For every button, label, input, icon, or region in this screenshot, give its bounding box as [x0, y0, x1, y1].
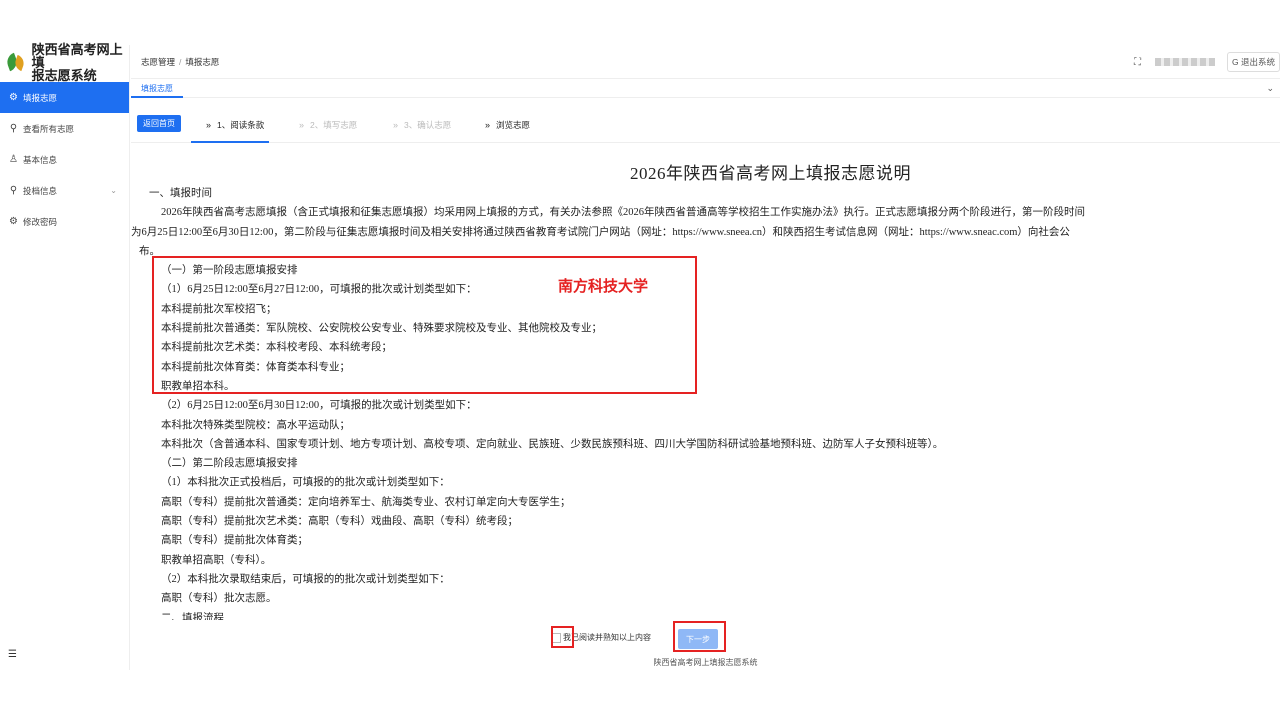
gear-icon: ⚙	[9, 216, 18, 227]
search-icon: ⚲	[9, 185, 18, 196]
annotation-checkbox-highlight	[551, 626, 574, 648]
search-icon: ⚲	[9, 123, 18, 134]
step-label: 1、阅读条款	[217, 120, 265, 130]
logout-icon: G	[1231, 57, 1239, 67]
agree-label[interactable]: 我已阅读并熟知以上内容	[563, 632, 651, 643]
paragraph-line: （2）6月25日12:00至6月30日12:00，可填报的批次或计划类型如下：	[161, 400, 477, 412]
paragraph-line: （2）本科批次录取结束后，可填报的的批次或计划类型如下：	[161, 573, 450, 585]
chevron-down-icon[interactable]: ⌄	[1266, 83, 1274, 94]
double-chevron-icon: »	[485, 120, 491, 130]
subsection-heading: （二）第二阶段志愿填报安排	[161, 458, 298, 470]
sidebar-item-label: 填报志愿	[23, 92, 58, 103]
brand-title-line2: 报志愿系统	[31, 68, 97, 83]
fullscreen-icon[interactable]: ⛶	[1134, 57, 1141, 68]
header-actions: ⛶ G 退出系统	[1134, 52, 1280, 72]
annotation-next-highlight	[673, 621, 726, 652]
sidebar-item-basic-info[interactable]: ♙ 基本信息	[0, 144, 129, 175]
sidebar-item-label: 查看所有志愿	[23, 123, 75, 134]
collapse-menu-icon[interactable]: ☰	[8, 649, 17, 660]
gear-icon: ⚙	[9, 92, 18, 103]
paragraph-line: 本科批次特殊类型院校：高水平运动队；	[161, 419, 350, 431]
back-home-button[interactable]: 返回首页	[137, 115, 181, 132]
steps-bar: 返回首页 » 1、阅读条款 » 2、填写志愿 » 3、确认志愿 » 浏览志愿	[131, 99, 1280, 143]
step-fill-volunteer: » 2、填写志愿	[299, 119, 357, 131]
step-label: 2、填写志愿	[310, 120, 358, 130]
step-confirm-volunteer: » 3、确认志愿	[393, 119, 451, 131]
header: 志愿管理 / 填报志愿 ⛶ G 退出系统	[131, 45, 1280, 79]
step-label: 浏览志愿	[496, 120, 531, 130]
paragraph-line: 高职（专科）提前批次体育类；	[161, 535, 308, 547]
footer-system-name: 陕西省高考网上填报志愿系统	[653, 658, 758, 667]
section-heading: 二、填报流程	[161, 612, 224, 620]
paragraph-line: （1）本科批次正式投档后，可填报的的批次或计划类型如下：	[161, 477, 450, 489]
sidebar-item-fill-volunteer[interactable]: ⚙ 填报志愿	[0, 82, 129, 113]
logo-icon	[4, 52, 27, 74]
sidebar-item-label: 投档信息	[23, 185, 58, 196]
sidebar: 陕西省高考网上填 报志愿系统 ⚙ 填报志愿 ⚲ 查看所有志愿 ♙ 基本信息 ⚲ …	[0, 43, 130, 670]
double-chevron-icon: »	[206, 120, 212, 130]
sidebar-item-label: 修改密码	[23, 216, 58, 227]
user-icon: ♙	[9, 154, 18, 165]
sidebar-item-change-password[interactable]: ⚙ 修改密码	[0, 206, 129, 237]
breadcrumb: 志愿管理 / 填报志愿	[131, 56, 219, 68]
sidebar-item-admission-info[interactable]: ⚲ 投档信息 ⌄	[0, 175, 129, 206]
double-chevron-icon: »	[299, 120, 305, 130]
paragraph-line: 高职（专科）提前批次普通类：定向培养军士、航海类专业、农村订单定向大专医学生；	[161, 496, 571, 508]
annotation-label: 南方科技大学	[558, 277, 649, 295]
sidebar-item-view-all[interactable]: ⚲ 查看所有志愿	[0, 113, 129, 144]
chevron-down-icon: ⌄	[110, 186, 117, 195]
step-read-terms[interactable]: » 1、阅读条款	[206, 119, 264, 131]
paragraph-line: 为6月25日12:00至6月30日12:00，第二阶段与征集志愿填报时间及相关安…	[131, 226, 1070, 238]
paragraph-line: 本科批次（含普通本科、国家专项计划、地方专项计划、高校专项、定向就业、民族班、少…	[161, 438, 944, 450]
paragraph-line: 高职（专科）提前批次艺术类：高职（专科）戏曲段、高职（专科）统考段；	[161, 516, 518, 528]
section-heading: 一、填报时间	[149, 188, 212, 199]
document-title: 2026年陕西省高考网上填报志愿说明	[630, 164, 911, 183]
brand-title-line1: 陕西省高考网上填	[31, 42, 123, 70]
breadcrumb-root[interactable]: 志愿管理	[141, 57, 175, 67]
sidebar-menu: ⚙ 填报志愿 ⚲ 查看所有志愿 ♙ 基本信息 ⚲ 投档信息 ⌄ ⚙ 修改密码	[0, 82, 129, 237]
step-browse-volunteer[interactable]: » 浏览志愿	[485, 119, 530, 131]
paragraph-line: 职教单招高职（专科）。	[161, 554, 272, 566]
logout-label: 退出系统	[1240, 57, 1275, 67]
user-name-redacted	[1154, 58, 1215, 66]
brand: 陕西省高考网上填 报志愿系统	[0, 43, 129, 82]
breadcrumb-separator: /	[179, 56, 182, 67]
breadcrumb-current: 填报志愿	[185, 56, 220, 67]
double-chevron-icon: »	[393, 120, 399, 130]
step-label: 3、确认志愿	[404, 120, 452, 130]
tab-bar: 填报志愿 ⌄	[131, 80, 1280, 98]
paragraph-line: 2026年陕西省高考志愿填报（含正式填报和征集志愿填报）均采用网上填报的方式，有…	[161, 207, 1085, 219]
paragraph-line: 高职（专科）批次志愿。	[161, 593, 277, 605]
logout-button[interactable]: G 退出系统	[1226, 52, 1280, 72]
tab-fill-volunteer[interactable]: 填报志愿	[131, 80, 183, 98]
brand-title: 陕西省高考网上填 报志愿系统	[32, 43, 129, 82]
sidebar-item-label: 基本信息	[23, 154, 58, 165]
